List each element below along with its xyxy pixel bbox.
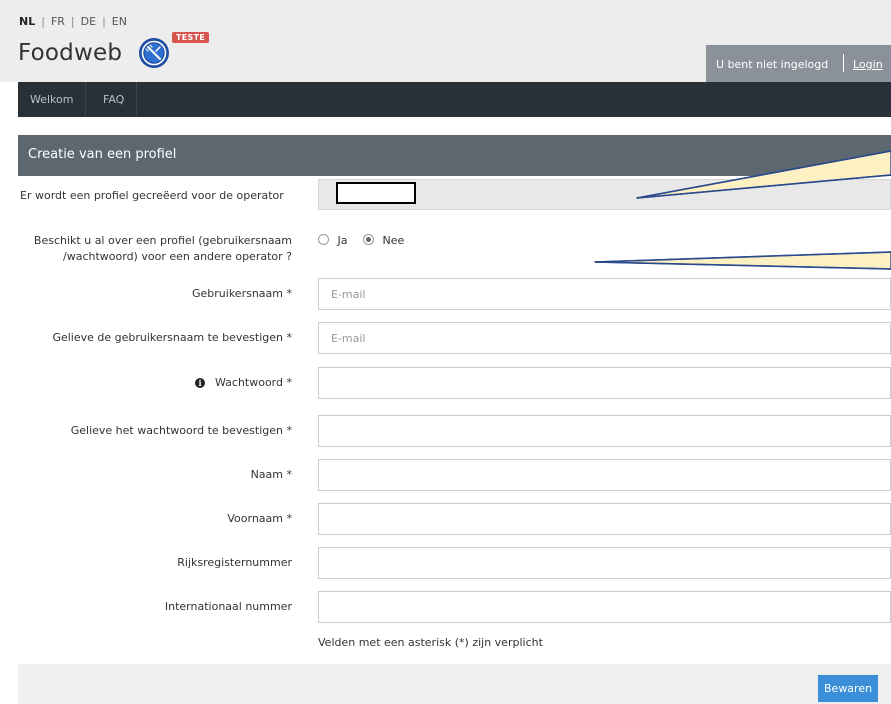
username-confirm-input[interactable] — [318, 322, 891, 354]
username-input[interactable] — [318, 278, 891, 310]
login-status: U bent niet ingelogd — [716, 58, 829, 71]
top-bar: NL | FR | DE | EN Foodweb TESTE U bent niet in… — [0, 0, 891, 82]
password-confirm-input[interactable] — [318, 415, 891, 447]
lastname-label: Naam * — [250, 468, 292, 481]
firstname-label: Voornaam * — [227, 512, 292, 525]
radio-nee[interactable] — [363, 234, 374, 245]
firstname-input[interactable] — [318, 503, 891, 535]
international-number-input[interactable] — [318, 591, 891, 623]
language-switcher: NL | FR | DE | EN — [19, 15, 127, 28]
nav-item-welkom[interactable]: Welkom — [18, 82, 87, 117]
password-confirm-label: Gelieve het wachtwoord te bevestigen * — [70, 424, 292, 437]
login-box: U bent niet ingelogd Login — [706, 45, 891, 82]
foodweb-logo-icon — [139, 38, 169, 68]
language-de[interactable]: DE — [81, 15, 96, 28]
national-number-input[interactable] — [318, 547, 891, 579]
login-link[interactable]: Login — [853, 58, 883, 71]
international-number-label: Internationaal nummer — [164, 600, 292, 613]
panel-header: Creatie van een profiel — [18, 135, 891, 176]
language-en[interactable]: EN — [112, 15, 127, 28]
username-confirm-label: Gelieve de gebruikersnaam te bevestigen … — [52, 331, 292, 344]
nav-item-faq[interactable]: FAQ — [91, 82, 138, 117]
info-icon[interactable]: i — [194, 378, 205, 388]
operator-label: Er wordt een profiel gecreëerd voor de o… — [20, 189, 284, 202]
existing-profile-radio-group: Ja Nee — [318, 234, 404, 247]
lastname-input[interactable] — [318, 459, 891, 491]
panel-title: Creatie van een profiel — [28, 147, 177, 162]
password-label-row: i Wachtwoord * — [20, 376, 292, 389]
existing-profile-label-line1: Beschikt u al over een profiel (gebruike… — [33, 234, 292, 247]
username-label: Gebruikersnaam * — [192, 287, 292, 300]
radio-nee-label[interactable]: Nee — [383, 234, 405, 247]
password-input[interactable] — [318, 367, 891, 399]
password-label: Wachtwoord * — [214, 376, 292, 389]
national-number-label: Rijksregisternummer — [177, 556, 292, 569]
radio-ja[interactable] — [318, 234, 329, 245]
radio-ja-label[interactable]: Ja — [338, 234, 348, 247]
form-footer — [18, 664, 891, 704]
language-fr[interactable]: FR — [51, 15, 65, 28]
callout-username — [594, 251, 891, 270]
login-divider — [843, 54, 844, 72]
test-badge: TESTE — [172, 32, 210, 43]
language-nl[interactable]: NL — [19, 15, 35, 28]
operator-redaction-box — [336, 182, 416, 204]
main-nav: Welkom FAQ — [18, 82, 891, 117]
brand-name[interactable]: Foodweb — [18, 40, 122, 66]
required-fields-note: Velden met een asterisk (*) zijn verplic… — [318, 636, 543, 649]
save-button[interactable]: Bewaren — [818, 675, 878, 702]
existing-profile-label-line2: /wachtwoord) voor een andere operator ? — [63, 250, 292, 263]
